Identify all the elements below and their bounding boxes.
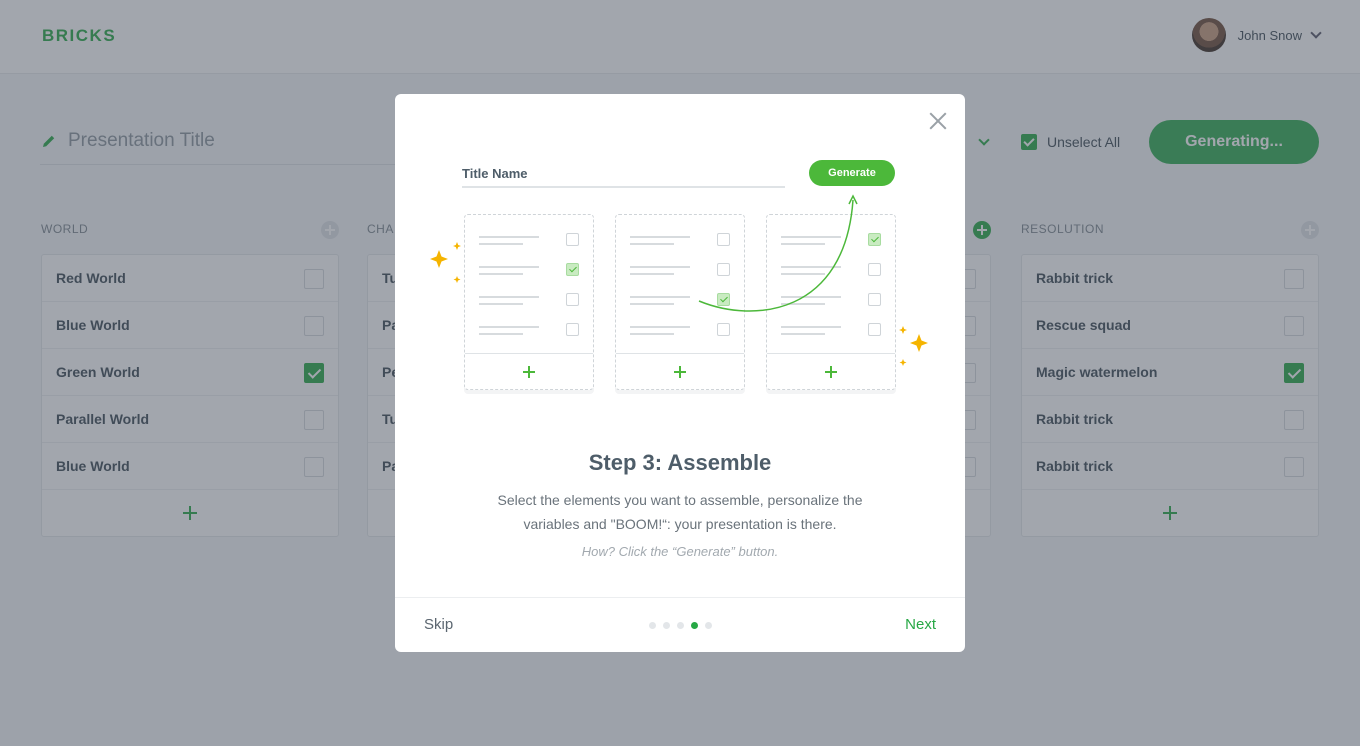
close-icon[interactable] bbox=[929, 112, 947, 130]
step-illustration: Title Name Generate bbox=[425, 154, 935, 404]
skip-button[interactable]: Skip bbox=[424, 616, 453, 633]
step-hint: How? Click the “Generate” button. bbox=[581, 544, 779, 559]
pager-dot[interactable] bbox=[663, 622, 670, 629]
step-pager bbox=[649, 622, 719, 629]
pager-dot[interactable] bbox=[705, 622, 712, 629]
pager-dot[interactable] bbox=[649, 622, 656, 629]
next-button[interactable]: Next bbox=[905, 616, 936, 633]
step-description: Select the elements you want to assemble… bbox=[497, 492, 863, 532]
step-title: Step 3: Assemble bbox=[588, 450, 772, 475]
sparkle-icon bbox=[430, 242, 928, 366]
onboarding-modal: Title Name Generate Step 3: Assemble Sel… bbox=[395, 94, 965, 652]
modal-footer: Skip Next bbox=[395, 597, 965, 652]
pager-dot-active[interactable] bbox=[691, 622, 698, 629]
pager-dot[interactable] bbox=[677, 622, 684, 629]
